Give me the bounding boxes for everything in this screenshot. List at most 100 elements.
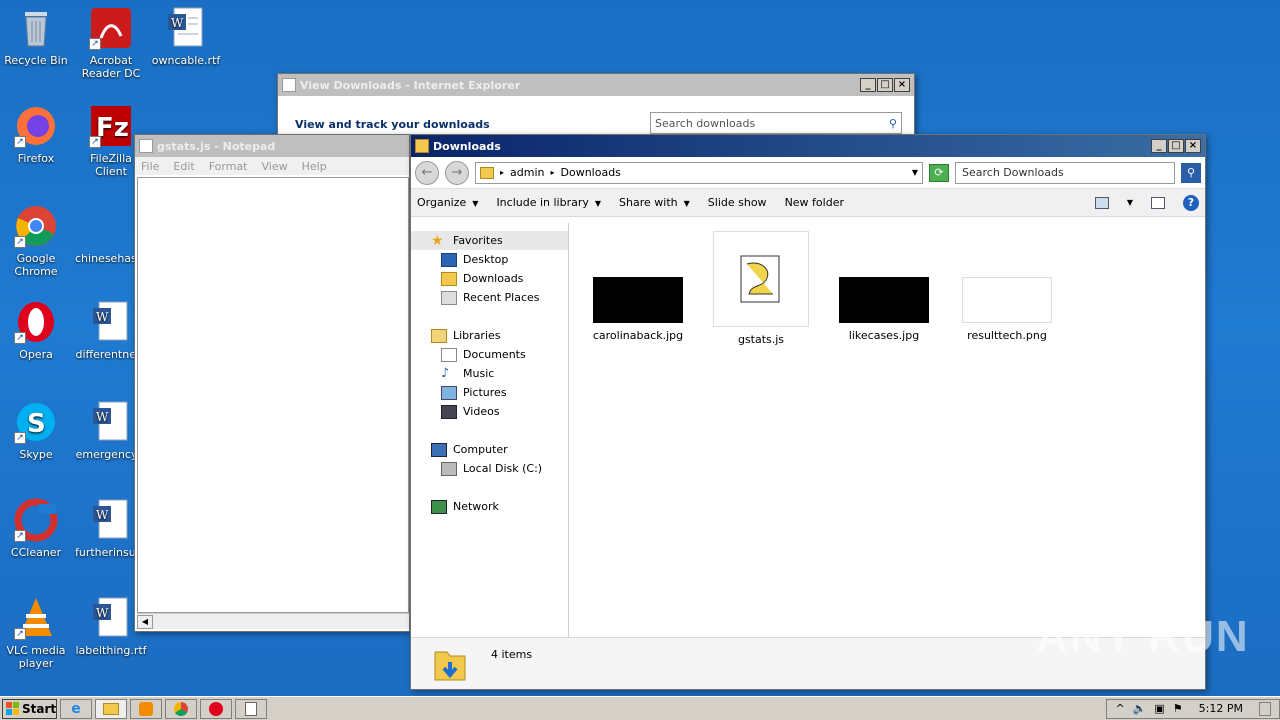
notepad-titlebar[interactable]: gstats.js - Notepad (135, 135, 409, 157)
change-view-icon[interactable] (1094, 196, 1109, 209)
taskbar-ie-button[interactable]: e (60, 698, 92, 719)
taskbar-notepad-button[interactable] (235, 698, 267, 719)
action-center-flag-icon[interactable]: ⚑ (1173, 702, 1183, 715)
help-icon[interactable]: ? (1183, 194, 1199, 211)
show-hidden-icons-icon[interactable]: ^ (1115, 702, 1124, 715)
nav-computer[interactable]: Computer (411, 440, 568, 459)
start-button[interactable]: Start (2, 698, 57, 719)
skype-icon: S ↗ (14, 400, 58, 444)
desktop-icon-ccleaner[interactable]: ↗ CCleaner (0, 498, 72, 559)
menu-file[interactable]: File (141, 160, 159, 173)
nav-documents[interactable]: Documents (411, 345, 568, 364)
scroll-left-arrow-icon[interactable]: ◀ (137, 615, 153, 629)
search-icon[interactable]: ⚲ (1181, 162, 1201, 183)
file-item[interactable]: carolinaback.jpg (588, 277, 688, 342)
maximize-button[interactable]: □ (877, 78, 893, 92)
include-in-library-button[interactable]: Include in library ▼ (496, 196, 601, 209)
show-desktop-button[interactable] (1259, 701, 1271, 716)
notepad-horizontal-scrollbar[interactable]: ◀ (137, 613, 409, 629)
nav-downloads[interactable]: Downloads (411, 269, 568, 288)
nav-videos[interactable]: Videos (411, 402, 568, 421)
notepad-title: gstats.js - Notepad (157, 139, 276, 153)
ie-window-title: View Downloads - Internet Explorer (300, 78, 521, 92)
breadcrumb-separator-icon[interactable]: ▸ (550, 168, 554, 177)
breadcrumb-separator-icon[interactable]: ▸ (500, 168, 504, 177)
shortcut-arrow-icon: ↗ (14, 332, 26, 344)
ie-search-placeholder: Search downloads (655, 116, 756, 130)
breadcrumb-admin[interactable]: admin (510, 166, 544, 179)
navigation-bar: ← → ▸ admin ▸ Downloads ▼ ⟳ Search Downl… (411, 157, 1205, 189)
explorer-window[interactable]: Downloads _ □ × ← → ▸ admin ▸ Downloads … (410, 134, 1206, 690)
clock[interactable]: 5:12 PM (1199, 702, 1243, 715)
file-item[interactable]: resulttech.png (957, 277, 1057, 342)
nav-local-disk[interactable]: Local Disk (C:) (411, 459, 568, 478)
file-name: likecases.jpg (848, 329, 920, 342)
desktop-icon-label: Firefox (17, 152, 55, 165)
network-tray-icon[interactable]: ▣ (1154, 702, 1164, 715)
close-button[interactable]: × (894, 78, 910, 92)
nav-favorites[interactable]: ★ Favorites (411, 231, 568, 250)
notepad-text-area[interactable] (137, 177, 409, 613)
desktop-icon-skype[interactable]: S ↗ Skype (0, 400, 72, 461)
explorer-titlebar[interactable]: Downloads _ □ × (411, 135, 1205, 157)
share-with-button[interactable]: Share with ▼ (619, 196, 690, 209)
nav-network[interactable]: Network (411, 497, 568, 516)
refresh-button[interactable]: ⟳ (929, 163, 949, 182)
slide-show-button[interactable]: Slide show (708, 196, 767, 209)
nav-recent-places[interactable]: Recent Places (411, 288, 568, 307)
star-icon: ★ (431, 232, 444, 249)
taskbar: Start e ^ 🔈 ▣ ⚑ 5:12 PM (0, 696, 1280, 720)
desktop-icon-firefox[interactable]: ↗ Firefox (0, 104, 72, 165)
explorer-search-box[interactable]: Search Downloads (955, 161, 1175, 184)
ie-titlebar[interactable]: View Downloads - Internet Explorer _ □ × (278, 74, 914, 96)
ie-downloads-window[interactable]: View Downloads - Internet Explorer _ □ ×… (277, 73, 915, 143)
image-thumbnail (962, 277, 1052, 323)
minimize-button[interactable]: _ (1151, 139, 1167, 153)
nav-desktop[interactable]: Desktop (411, 250, 568, 269)
address-bar[interactable]: ▸ admin ▸ Downloads ▼ (475, 161, 923, 184)
nav-libraries[interactable]: Libraries (411, 326, 568, 345)
taskbar-media-player-button[interactable] (130, 698, 162, 719)
minimize-button[interactable]: _ (860, 78, 876, 92)
desktop-icon-vlc[interactable]: ↗ VLC media player (0, 596, 72, 670)
desktop-icon-owncable[interactable]: W owncable.rtf (150, 6, 222, 67)
menu-help[interactable]: Help (302, 160, 327, 173)
word-document-icon: W (89, 498, 133, 542)
maximize-button[interactable]: □ (1168, 139, 1184, 153)
taskbar-explorer-button[interactable] (95, 698, 127, 719)
nav-libraries-label: Libraries (453, 329, 501, 342)
view-dropdown-icon[interactable]: ▼ (1127, 198, 1133, 207)
ie-search-box[interactable]: Search downloads ⚲ (650, 112, 902, 134)
back-button[interactable]: ← (415, 160, 439, 185)
new-folder-button[interactable]: New folder (785, 196, 844, 209)
media-player-icon (139, 701, 153, 716)
nav-music[interactable]: ♪ Music (411, 364, 568, 383)
nav-pictures[interactable]: Pictures (411, 383, 568, 402)
file-item[interactable]: likecases.jpg (834, 277, 934, 342)
music-icon: ♪ (441, 365, 450, 381)
breadcrumb-downloads[interactable]: Downloads (561, 166, 906, 179)
pictures-icon (441, 385, 457, 400)
menu-view[interactable]: View (262, 160, 288, 173)
file-item[interactable]: gstats.js (711, 231, 811, 346)
notepad-window[interactable]: gstats.js - Notepad File Edit Format Vie… (134, 134, 410, 632)
address-dropdown-icon[interactable]: ▼ (912, 168, 918, 177)
taskbar-chrome-button[interactable] (165, 698, 197, 719)
search-icon[interactable]: ⚲ (889, 117, 897, 130)
svg-text:W: W (171, 16, 184, 30)
volume-icon[interactable]: 🔈 (1133, 702, 1147, 715)
close-button[interactable]: × (1185, 139, 1201, 153)
desktop-icon-recycle-bin[interactable]: Recycle Bin (0, 6, 72, 67)
taskbar-opera-button[interactable] (200, 698, 232, 719)
forward-button[interactable]: → (445, 160, 469, 185)
menu-edit[interactable]: Edit (173, 160, 194, 173)
desktop-icon-acrobat[interactable]: ↗ Acrobat Reader DC (75, 6, 147, 80)
desktop-icon-chrome[interactable]: ↗ Google Chrome (0, 204, 72, 278)
opera-icon: ↗ (14, 300, 58, 344)
organize-button[interactable]: Organize ▼ (417, 196, 478, 209)
desktop-icon-opera[interactable]: ↗ Opera (0, 300, 72, 361)
videos-icon (441, 404, 457, 419)
preview-pane-icon[interactable] (1151, 196, 1165, 209)
ccleaner-icon: ↗ (14, 498, 58, 542)
menu-format[interactable]: Format (209, 160, 248, 173)
